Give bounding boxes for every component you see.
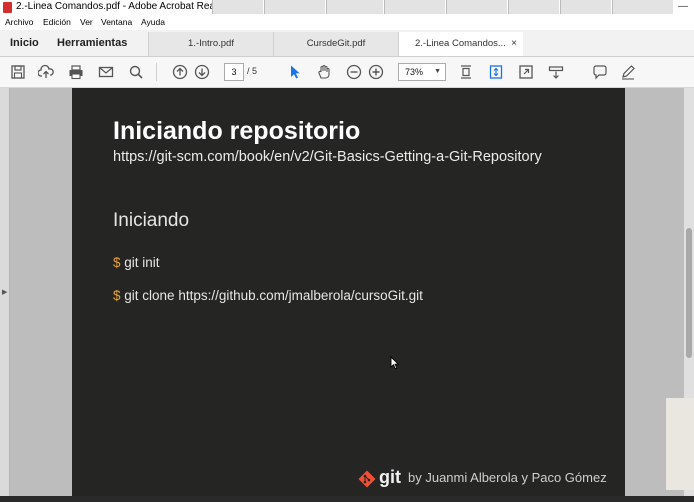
- mail-icon[interactable]: [96, 62, 116, 82]
- background-window-tab[interactable]: [212, 0, 263, 14]
- background-window-tab[interactable]: [326, 0, 383, 14]
- minimize-button[interactable]: —: [678, 1, 688, 12]
- doc-tab-cursdegit[interactable]: CursdeGit.pdf: [273, 32, 398, 56]
- print-icon[interactable]: [66, 62, 86, 82]
- doc-tab-label: CursdeGit.pdf: [306, 38, 366, 49]
- zoom-in-icon[interactable]: [366, 62, 386, 82]
- fullscreen-icon[interactable]: [516, 62, 536, 82]
- tab-inicio[interactable]: Inicio: [10, 37, 39, 49]
- menu-ver[interactable]: Ver: [80, 17, 93, 27]
- chevron-down-icon: ▼: [434, 68, 441, 75]
- command-line: $ git init: [113, 255, 160, 270]
- upload-icon[interactable]: [36, 62, 56, 82]
- background-window-tab[interactable]: [384, 0, 445, 14]
- fit-page-icon[interactable]: [456, 62, 476, 82]
- command-text: git clone https://github.com/jmalberola/…: [124, 288, 423, 303]
- zoom-value: 73%: [405, 67, 424, 77]
- menu-bar: Archivo Edición Ver Ventana Ayuda: [0, 15, 694, 30]
- prompt-symbol: $: [113, 255, 121, 270]
- chevron-right-icon: ▶: [2, 289, 8, 296]
- menu-ventana[interactable]: Ventana: [101, 17, 132, 27]
- background-window-tab[interactable]: [264, 0, 325, 14]
- scrollbar-thumb[interactable]: [686, 228, 692, 358]
- page-number-input[interactable]: 3: [224, 63, 244, 81]
- slide-title: Iniciando repositorio: [113, 117, 361, 145]
- command-text: git init: [124, 255, 160, 270]
- hand-icon[interactable]: [314, 62, 334, 82]
- slide-credit: by Juanmi Alberola y Paco Gómez: [408, 470, 607, 485]
- menu-archivo[interactable]: Archivo: [5, 17, 33, 27]
- page-total: / 5: [247, 66, 258, 76]
- doc-tab-linea-comandos[interactable]: 2.-Linea Comandos... ×: [398, 32, 523, 56]
- command-line: $ git clone https://github.com/jmalberol…: [113, 288, 423, 303]
- background-window-tab[interactable]: [508, 0, 559, 14]
- git-logo-text: git: [379, 467, 401, 487]
- window-titlebar: 2.-Linea Comandos.pdf - Adobe Acrobat Re…: [0, 0, 694, 15]
- acrobat-icon: [3, 2, 12, 13]
- toolbar-divider: [156, 63, 157, 81]
- scroll-mode-icon[interactable]: [486, 62, 506, 82]
- slide-subtitle: Iniciando: [113, 210, 190, 231]
- background-window-tab[interactable]: [612, 0, 673, 14]
- page-up-icon[interactable]: [170, 62, 190, 82]
- pen-icon[interactable]: [618, 62, 638, 82]
- menu-edicion[interactable]: Edición: [43, 17, 71, 27]
- menu-ayuda[interactable]: Ayuda: [141, 17, 165, 27]
- select-cursor-icon[interactable]: [285, 62, 305, 82]
- close-tab-button[interactable]: ×: [511, 32, 517, 56]
- left-panel-toggle[interactable]: ▶: [0, 88, 10, 502]
- doc-tab-label: 1.-Intro.pdf: [188, 38, 234, 49]
- toolbar: 3 / 5 73% ▼: [0, 57, 694, 88]
- tab-herramientas[interactable]: Herramientas: [57, 37, 127, 49]
- background-window-tab[interactable]: [560, 0, 611, 14]
- read-mode-icon[interactable]: [546, 62, 566, 82]
- doc-tab-intro[interactable]: 1.-Intro.pdf: [148, 32, 273, 56]
- page-down-icon[interactable]: [192, 62, 212, 82]
- save-icon[interactable]: [8, 62, 28, 82]
- mouse-cursor-icon: [390, 356, 400, 370]
- background-window-tab[interactable]: [446, 0, 507, 14]
- prompt-symbol: $: [113, 288, 121, 303]
- search-icon[interactable]: [126, 62, 146, 82]
- tab-bar: Inicio Herramientas 1.-Intro.pdf CursdeG…: [0, 30, 694, 57]
- comment-icon[interactable]: [590, 62, 610, 82]
- doc-tab-label: 2.-Linea Comandos...: [415, 38, 506, 49]
- git-logo-icon: [358, 470, 376, 488]
- taskbar-edge: [0, 496, 694, 502]
- slide-url: https://git-scm.com/book/en/v2/Git-Basic…: [113, 149, 542, 165]
- pdf-page: Iniciando repositorio https://git-scm.co…: [72, 88, 625, 502]
- zoom-out-icon[interactable]: [344, 62, 364, 82]
- zoom-select[interactable]: 73% ▼: [398, 63, 446, 81]
- webcam-overlay: [666, 398, 694, 490]
